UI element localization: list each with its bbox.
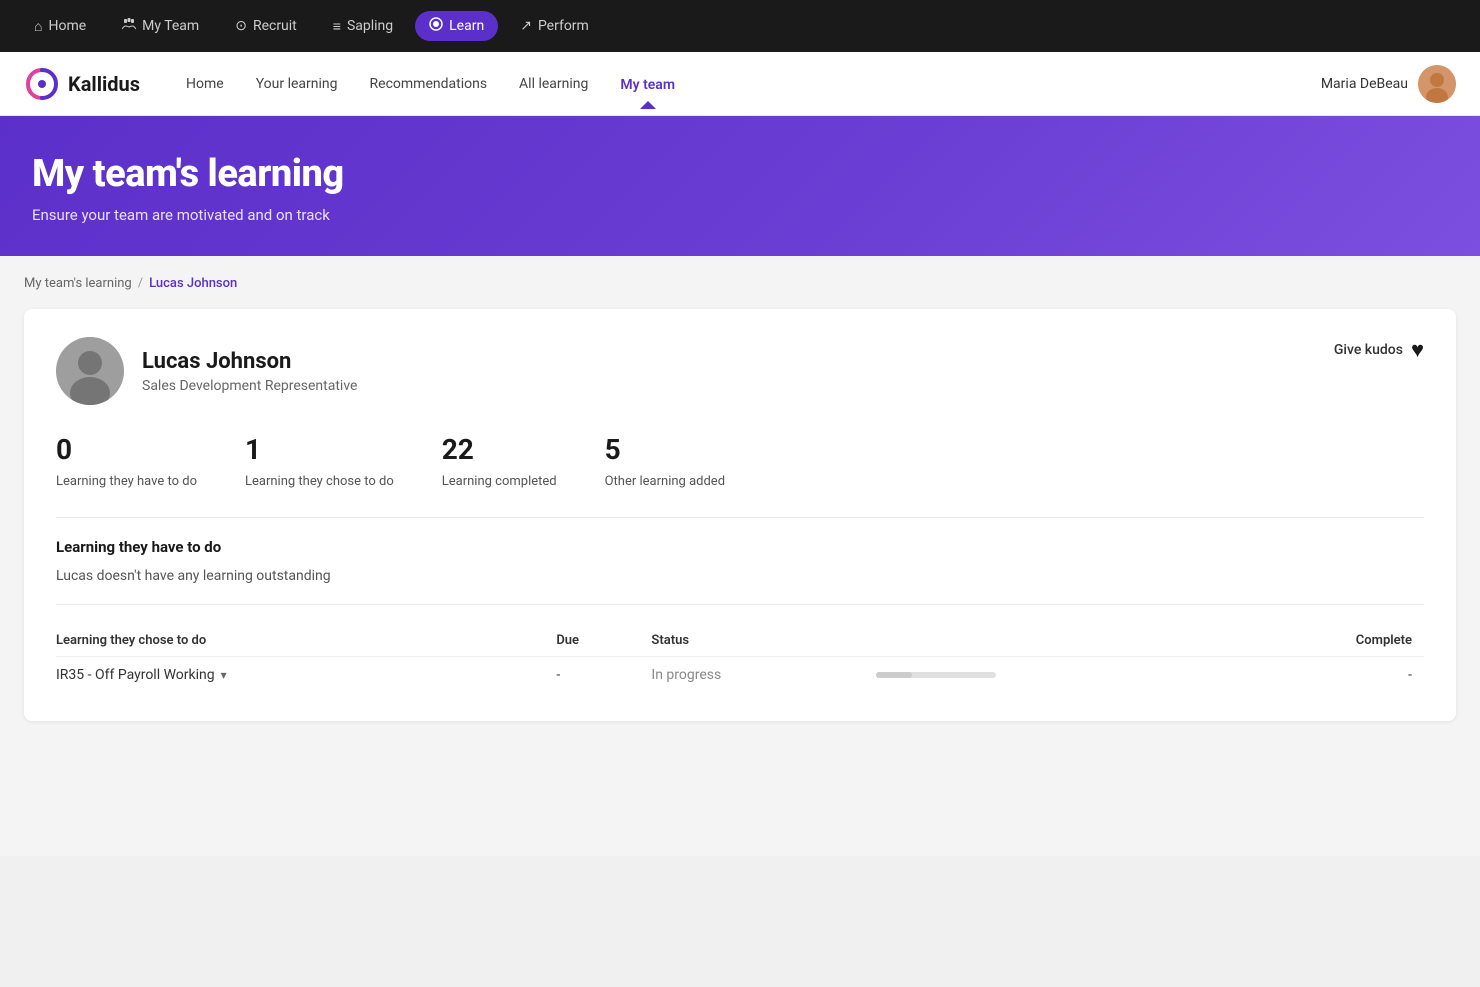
col-header-status: Status	[651, 625, 875, 657]
active-nav-indicator	[640, 101, 656, 109]
section-chose-to-do: Learning they chose to do Due Status Com…	[56, 625, 1424, 693]
col-header-progress	[876, 625, 1238, 657]
divider-2	[56, 604, 1424, 605]
learning-item-name-cell: IR35 - Off Payroll Working ▾	[56, 657, 556, 694]
learning-item-complete: -	[1237, 657, 1424, 694]
logo[interactable]: Kallidus	[24, 66, 140, 102]
profile-info: Lucas Johnson Sales Development Represen…	[56, 337, 357, 405]
learning-item-status-cell: In progress	[651, 657, 875, 694]
profile-role: Sales Development Representative	[142, 378, 357, 394]
breadcrumb-separator: /	[138, 276, 143, 291]
breadcrumb-current[interactable]: Lucas Johnson	[149, 276, 237, 291]
give-kudos-button[interactable]: Give kudos ♥	[1334, 337, 1424, 363]
learning-table: Learning they chose to do Due Status Com…	[56, 625, 1424, 693]
secondary-navigation: Kallidus Home Your learning Recommendati…	[0, 52, 1480, 116]
top-nav-item-sapling[interactable]: ≡ Sapling	[319, 12, 407, 41]
perform-icon: ↗	[520, 18, 532, 34]
stat-have-to-do: 0 Learning they have to do	[56, 433, 197, 489]
learning-item-title: IR35 - Off Payroll Working	[56, 667, 215, 683]
logo-text: Kallidus	[68, 72, 140, 96]
stat-number-chose-to-do: 1	[245, 433, 394, 466]
section-have-to-do-empty: Lucas doesn't have any learning outstand…	[56, 568, 1424, 584]
chevron-down-icon[interactable]: ▾	[221, 668, 227, 682]
main-content: My team's learning / Lucas Johnson Lucas…	[0, 256, 1480, 856]
stat-number-completed: 22	[442, 433, 557, 466]
hero-subtitle: Ensure your team are motivated and on tr…	[32, 206, 1448, 224]
profile-header: Lucas Johnson Sales Development Represen…	[56, 337, 1424, 405]
col-header-name: Learning they chose to do	[56, 625, 556, 657]
secondary-nav-links: Home Your learning Recommendations All l…	[172, 68, 1321, 100]
stat-chose-to-do: 1 Learning they chose to do	[245, 433, 394, 489]
stat-label-have-to-do: Learning they have to do	[56, 474, 197, 489]
heart-icon: ♥	[1411, 337, 1424, 363]
profile-name: Lucas Johnson	[142, 349, 357, 374]
kudos-label: Give kudos	[1334, 342, 1403, 358]
stat-other-added: 5 Other learning added	[605, 433, 725, 489]
stat-label-other-added: Other learning added	[605, 474, 725, 489]
kallidus-logo-icon	[24, 66, 60, 102]
my-team-icon	[122, 17, 136, 35]
stat-number-have-to-do: 0	[56, 433, 197, 466]
breadcrumb: My team's learning / Lucas Johnson	[24, 276, 1456, 291]
stat-completed: 22 Learning completed	[442, 433, 557, 489]
profile-text: Lucas Johnson Sales Development Represen…	[142, 349, 357, 394]
recruit-icon: ⊙	[235, 18, 247, 34]
stat-label-completed: Learning completed	[442, 474, 557, 489]
profile-avatar	[56, 337, 124, 405]
col-header-due: Due	[556, 625, 651, 657]
progress-bar-fill	[876, 672, 912, 678]
top-nav-item-my-team[interactable]: My Team	[108, 11, 213, 41]
sec-nav-my-team-container: My team	[606, 74, 689, 93]
user-name: Maria DeBeau	[1321, 76, 1408, 92]
top-nav-item-learn[interactable]: Learn	[415, 11, 498, 41]
top-nav-item-recruit[interactable]: ⊙ Recruit	[221, 12, 311, 40]
sec-nav-all-learning[interactable]: All learning	[505, 68, 602, 100]
top-nav-item-perform[interactable]: ↗ Perform	[506, 12, 603, 40]
sec-nav-home[interactable]: Home	[172, 68, 238, 100]
hero-banner: My team's learning Ensure your team are …	[0, 116, 1480, 256]
learning-item-due: -	[556, 657, 651, 694]
stats-row: 0 Learning they have to do 1 Learning th…	[56, 433, 1424, 489]
user-profile-area[interactable]: Maria DeBeau	[1321, 65, 1456, 103]
sec-nav-recommendations[interactable]: Recommendations	[356, 68, 502, 100]
top-nav-item-home[interactable]: ⌂ Home	[20, 12, 100, 41]
stat-label-chose-to-do: Learning they chose to do	[245, 474, 394, 489]
home-icon: ⌂	[34, 18, 42, 35]
learn-icon	[429, 17, 443, 35]
learning-item-progress-cell	[876, 657, 1238, 694]
hero-title: My team's learning	[32, 152, 1448, 196]
table-row: IR35 - Off Payroll Working ▾ - In progre…	[56, 657, 1424, 694]
divider-1	[56, 517, 1424, 518]
sapling-icon: ≡	[333, 18, 341, 35]
profile-card: Lucas Johnson Sales Development Represen…	[24, 309, 1456, 721]
section-have-to-do-title: Learning they have to do	[56, 538, 1424, 556]
sec-nav-my-team[interactable]: My team	[606, 69, 689, 101]
user-avatar	[1418, 65, 1456, 103]
sec-nav-your-learning[interactable]: Your learning	[242, 68, 352, 100]
progress-bar	[876, 672, 996, 678]
col-header-complete: Complete	[1237, 625, 1424, 657]
top-navigation: ⌂ Home My Team ⊙ Recruit ≡ Sapling Learn	[0, 0, 1480, 52]
learning-item-status: In progress	[651, 667, 721, 683]
section-have-to-do: Learning they have to do Lucas doesn't h…	[56, 538, 1424, 584]
stat-number-other-added: 5	[605, 433, 725, 466]
breadcrumb-parent[interactable]: My team's learning	[24, 276, 132, 291]
learning-item-name: IR35 - Off Payroll Working ▾	[56, 667, 544, 683]
